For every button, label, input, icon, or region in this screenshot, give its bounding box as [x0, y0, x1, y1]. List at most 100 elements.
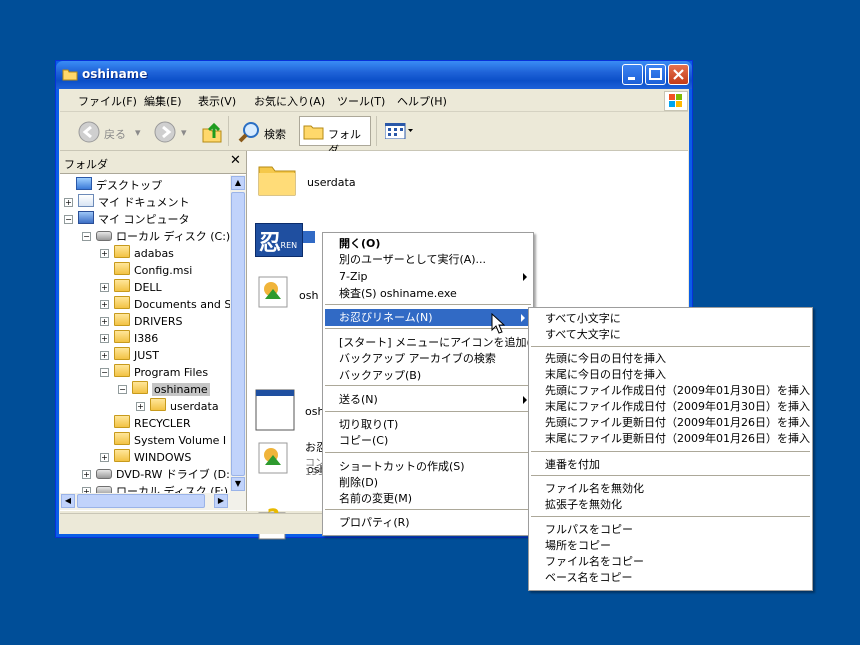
scroll-up-icon[interactable]: ▲	[231, 176, 245, 190]
sub-copy-filename[interactable]: ファイル名をコピー	[529, 553, 812, 570]
ctx-copy[interactable]: コピー(C)	[323, 432, 533, 449]
tree-expander-icon[interactable]: +	[64, 198, 73, 207]
tree-expander-icon[interactable]: −	[82, 232, 91, 241]
views-icon[interactable]	[384, 122, 415, 142]
sub-prefix-modified[interactable]: 先頭にファイル更新日付（2009年01月26日）を挿入	[529, 414, 812, 431]
folders-button[interactable]: フォルダ	[299, 116, 371, 157]
menu-favorites[interactable]: お気に入り(A)	[254, 93, 325, 109]
back-button[interactable]: 戻る	[104, 126, 126, 142]
ctx-rename[interactable]: 名前の変更(M)	[323, 490, 533, 507]
tree-item[interactable]: マイ コンピュータ	[78, 211, 190, 227]
maximize-button[interactable]	[645, 64, 666, 85]
tree-item[interactable]: マイ ドキュメント	[78, 194, 190, 210]
close-button[interactable]	[668, 64, 689, 85]
back-dropdown-icon[interactable]: ▾	[135, 126, 141, 139]
tree-item[interactable]: Documents and S	[114, 296, 230, 312]
tree-item[interactable]: Config.msi	[114, 262, 192, 278]
search-button[interactable]: 検索	[264, 126, 286, 142]
forward-icon[interactable]	[154, 121, 176, 146]
ctx-cut[interactable]: 切り取り(T)	[323, 416, 533, 433]
menu-view[interactable]: 表示(V)	[198, 93, 236, 109]
vertical-scrollbar[interactable]: ▲ ▼	[230, 175, 246, 493]
file-item-userdata[interactable]: userdata	[257, 159, 356, 200]
tree-item[interactable]: JUST	[114, 347, 159, 363]
ctx-7zip[interactable]: 7-Zip	[323, 268, 533, 285]
tree-expander-icon[interactable]: +	[100, 351, 109, 360]
tree-item[interactable]: WINDOWS	[114, 449, 191, 465]
menu-file[interactable]: ファイル(F)	[78, 93, 137, 109]
tree-expander-icon[interactable]: +	[100, 334, 109, 343]
sub-suffix-created[interactable]: 末尾にファイル作成日付（2009年01月30日）を挿入	[529, 398, 812, 415]
sub-disable-filename[interactable]: ファイル名を無効化	[529, 480, 812, 497]
tree-item[interactable]: DVD-RW ドライブ (D:)	[96, 466, 230, 482]
sub-prefix-today[interactable]: 先頭に今日の日付を挿入	[529, 350, 812, 367]
sub-lowercase[interactable]: すべて小文字に	[529, 310, 812, 327]
scroll-right-icon[interactable]: ▶	[214, 494, 228, 508]
sub-add-sequence[interactable]: 連番を付加	[529, 456, 812, 473]
rename-app-icon[interactable]: 忍 .REN	[255, 223, 303, 257]
folder-icon	[114, 296, 130, 309]
tree-item[interactable]: Program Files	[114, 364, 208, 380]
tree-item[interactable]: ローカル ディスク (C:)	[96, 228, 230, 244]
window-file-item[interactable]: osh	[255, 389, 324, 436]
scroll-thumb-h[interactable]	[77, 494, 205, 508]
tree-expander-icon[interactable]: −	[100, 368, 109, 377]
ctx-run-as[interactable]: 別のユーザーとして実行(A)...	[323, 251, 533, 268]
title-bar[interactable]: oshiname	[56, 61, 692, 89]
up-folder-icon[interactable]	[200, 120, 224, 147]
sub-copy-location[interactable]: 場所をコピー	[529, 537, 812, 554]
tree-item[interactable]: oshiname	[132, 381, 210, 397]
tree-expander-icon[interactable]: +	[100, 283, 109, 292]
menu-bar: ファイル(F) 編集(E) 表示(V) お気に入り(A) ツール(T) ヘルプ(…	[60, 89, 688, 112]
ctx-scan[interactable]: 検査(S) oshiname.exe	[323, 285, 533, 302]
tree-item-label: マイ ドキュメント	[98, 196, 190, 209]
scroll-left-icon[interactable]: ◀	[61, 494, 75, 508]
tree-expander-icon[interactable]: +	[100, 453, 109, 462]
sub-uppercase[interactable]: すべて大文字に	[529, 326, 812, 343]
sub-copy-basename[interactable]: ベース名をコピー	[529, 569, 812, 586]
horizontal-scrollbar[interactable]: ◀ ▶	[60, 493, 246, 510]
sub-suffix-today[interactable]: 末尾に今日の日付を挿入	[529, 366, 812, 383]
ctx-send-to[interactable]: 送る(N)	[323, 391, 533, 408]
setup-file-item[interactable]: osh	[257, 441, 326, 478]
tree-expander-icon[interactable]: +	[100, 249, 109, 258]
tree-item[interactable]: RECYCLER	[114, 415, 191, 431]
tree-expander-icon[interactable]: +	[136, 402, 145, 411]
tree-item[interactable]: adabas	[114, 245, 174, 261]
minimize-button[interactable]	[622, 64, 643, 85]
menu-edit[interactable]: 編集(E)	[144, 93, 182, 109]
tree-item[interactable]: I386	[114, 330, 158, 346]
search-icon[interactable]	[237, 120, 261, 147]
tree-item[interactable]: DRIVERS	[114, 313, 182, 329]
sub-copy-fullpath[interactable]: フルパスをコピー	[529, 521, 812, 538]
tree-item[interactable]: System Volume I	[114, 432, 226, 448]
ctx-create-shortcut[interactable]: ショートカットの作成(S)	[323, 458, 533, 475]
ctx-backup[interactable]: バックアップ(B)	[323, 367, 533, 384]
submenu-label: ファイル名をコピー	[545, 555, 644, 568]
tree-item[interactable]: userdata	[150, 398, 219, 414]
ctx-backup-search[interactable]: バックアップ アーカイブの検索	[323, 350, 533, 367]
menu-tools[interactable]: ツール(T)	[337, 93, 385, 109]
tree-expander-icon[interactable]: +	[100, 317, 109, 326]
ctx-delete[interactable]: 削除(D)	[323, 474, 533, 491]
tree-expander-icon[interactable]: −	[118, 385, 127, 394]
close-pane-icon[interactable]: ✕	[230, 153, 241, 168]
selected-label[interactable]	[303, 231, 315, 243]
forward-dropdown-icon[interactable]: ▾	[181, 126, 187, 139]
tree-item[interactable]: ローカル ディスク (F:)	[96, 483, 228, 493]
menu-help[interactable]: ヘルプ(H)	[397, 93, 447, 109]
back-icon[interactable]	[78, 121, 100, 146]
tree-expander-icon[interactable]: +	[100, 300, 109, 309]
tree-item[interactable]: DELL	[114, 279, 162, 295]
tree-expander-icon[interactable]: +	[82, 470, 91, 479]
tree-item[interactable]: デスクトップ	[76, 177, 162, 193]
tree-expander-icon[interactable]: −	[64, 215, 73, 224]
scroll-thumb[interactable]	[231, 192, 245, 476]
sub-prefix-created[interactable]: 先頭にファイル作成日付（2009年01月30日）を挿入	[529, 382, 812, 399]
scroll-down-icon[interactable]: ▼	[231, 477, 245, 491]
sub-disable-extension[interactable]: 拡張子を無効化	[529, 496, 812, 513]
ctx-properties[interactable]: プロパティ(R)	[323, 514, 533, 531]
sub-suffix-modified[interactable]: 末尾にファイル更新日付（2009年01月26日）を挿入	[529, 430, 812, 447]
ctx-open[interactable]: 開く(O)	[323, 235, 533, 252]
setup-file-item[interactable]: osh	[257, 275, 318, 312]
